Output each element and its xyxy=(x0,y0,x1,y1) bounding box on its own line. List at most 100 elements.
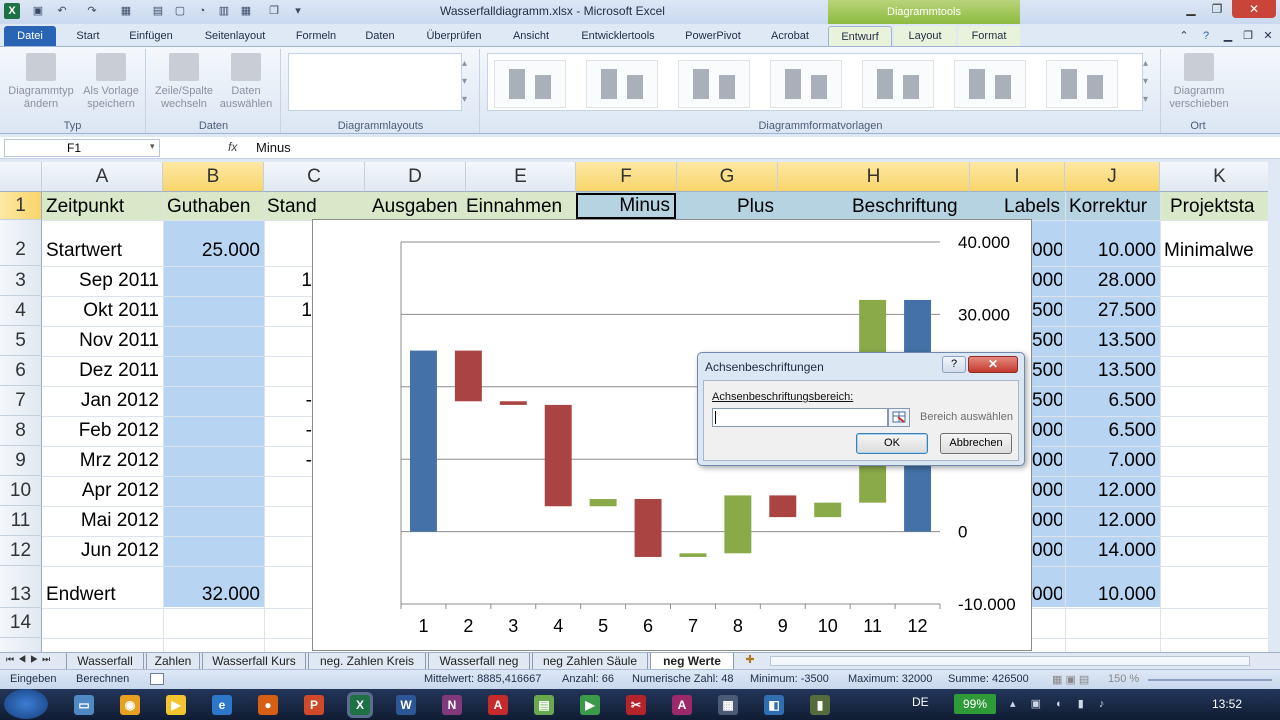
bar-2[interactable] xyxy=(454,350,482,402)
bar-5[interactable] xyxy=(589,499,617,507)
save-icon[interactable]: ▣ xyxy=(30,4,46,19)
cell-a11[interactable]: Mai 2012 xyxy=(42,510,159,532)
cell-a4[interactable]: Okt 2011 xyxy=(42,300,159,322)
new-sheet-icon[interactable]: ✚ xyxy=(738,653,762,669)
taskbar-access-icon[interactable]: A xyxy=(672,695,692,715)
sheet-tab-wasserfall[interactable]: Wasserfall xyxy=(66,653,144,669)
column-header-g[interactable]: G xyxy=(677,162,778,192)
tab-seitenlayout[interactable]: Seitenlayout xyxy=(196,26,274,46)
style-item[interactable] xyxy=(586,60,658,108)
row-header-4[interactable]: 4 xyxy=(0,296,42,326)
cell-a9[interactable]: Mrz 2012 xyxy=(42,450,159,472)
cell-a7[interactable]: Jan 2012 xyxy=(42,390,159,412)
axis-range-input[interactable] xyxy=(712,408,888,427)
undo-icon[interactable]: ↶ xyxy=(54,4,70,19)
input-language[interactable]: DE xyxy=(912,695,929,709)
wb-close-icon[interactable]: ✕ xyxy=(1258,26,1278,46)
zoom-level[interactable]: 150 % xyxy=(1108,673,1139,685)
style-item[interactable] xyxy=(678,60,750,108)
header-einnahmen[interactable]: Einnahmen xyxy=(466,196,562,218)
row-header-5[interactable]: 5 xyxy=(0,326,42,356)
cell-a2[interactable]: Startwert xyxy=(46,240,122,262)
row-header-10[interactable]: 10 xyxy=(0,476,42,506)
bar-8[interactable] xyxy=(724,495,752,554)
clock[interactable]: 13:52 xyxy=(1212,697,1242,711)
cell-i4[interactable]: 500 xyxy=(1032,300,1062,322)
layout-gallery-scroll-icon[interactable]: ▴ ▾ ▾ xyxy=(462,55,467,109)
cell-k2[interactable]: Minimalwe xyxy=(1164,240,1268,262)
cell-i11[interactable]: 000 xyxy=(1032,510,1062,532)
help-icon[interactable]: ? xyxy=(1196,26,1216,46)
bar-3[interactable] xyxy=(499,401,527,405)
style-item[interactable] xyxy=(494,60,566,108)
style-gallery[interactable] xyxy=(487,53,1143,111)
row-header-6[interactable]: 6 xyxy=(0,356,42,386)
cell-a12[interactable]: Jun 2012 xyxy=(42,540,159,562)
cell-i12[interactable]: 000 xyxy=(1032,540,1062,562)
cell-a3[interactable]: Sep 2011 xyxy=(42,270,159,292)
row-header-7[interactable]: 7 xyxy=(0,386,42,416)
style-item[interactable] xyxy=(770,60,842,108)
header-zeitpunkt[interactable]: Zeitpunkt xyxy=(46,196,124,218)
header-labels[interactable]: Labels xyxy=(1004,196,1060,218)
tab-powerpivot[interactable]: PowerPivot xyxy=(678,26,748,46)
cell-j7[interactable]: 6.500 xyxy=(1065,390,1156,412)
taskbar-folder-icon[interactable]: ▶ xyxy=(166,695,186,715)
sheet-tab-neg-werte[interactable]: neg Werte xyxy=(650,653,734,669)
cell-c3[interactable]: 1 xyxy=(264,270,312,292)
column-header-k[interactable]: K xyxy=(1160,162,1268,192)
redo-icon[interactable]: ↷ xyxy=(84,4,100,19)
select-data-button[interactable]: Daten auswählen xyxy=(213,53,279,111)
taskbar-ie-icon[interactable]: e xyxy=(212,695,232,715)
cell-i8[interactable]: 000 xyxy=(1032,420,1062,442)
column-header-c[interactable]: C xyxy=(264,162,365,192)
row-header-9[interactable]: 9 xyxy=(0,446,42,476)
cell-c8[interactable]: - xyxy=(264,420,312,442)
cell-j11[interactable]: 12.000 xyxy=(1065,510,1156,532)
header-beschriftung[interactable]: Beschriftung xyxy=(852,196,958,218)
cell-c9[interactable]: - xyxy=(264,450,312,472)
cell-j5[interactable]: 13.500 xyxy=(1065,330,1156,352)
qa-spell-icon[interactable]: ◔ xyxy=(194,4,210,19)
column-header-f[interactable]: F xyxy=(576,162,677,192)
taskbar-explorer-icon[interactable]: ▭ xyxy=(74,695,94,715)
cell-c4[interactable]: 1 xyxy=(264,300,312,322)
ribbon-collapse-icon[interactable]: ⌃ xyxy=(1174,26,1194,46)
save-as-template-button[interactable]: Als Vorlage speichern xyxy=(76,53,146,111)
cell-i6[interactable]: 500 xyxy=(1032,360,1062,382)
dialog-help-button[interactable]: ? xyxy=(942,356,966,373)
status-calc[interactable]: Berechnen xyxy=(76,673,129,685)
tab-ansicht[interactable]: Ansicht xyxy=(504,26,558,46)
cell-j4[interactable]: 27.500 xyxy=(1065,300,1156,322)
header-minus-selected-cell[interactable]: Minus xyxy=(576,193,676,219)
tab-formeln[interactable]: Formeln xyxy=(288,26,344,46)
cell-a6[interactable]: Dez 2011 xyxy=(42,360,159,382)
bar-4[interactable] xyxy=(544,404,572,507)
taskbar-firefox-icon[interactable]: ● xyxy=(258,695,278,715)
qa-preview-icon[interactable]: ▢ xyxy=(172,4,188,19)
taskbar-app7-icon[interactable]: ▮ xyxy=(810,695,830,715)
name-box-dropdown-icon[interactable]: ▾ xyxy=(150,141,155,152)
qa-grid-icon[interactable]: ▦ xyxy=(238,4,254,19)
taskbar-excel-icon[interactable]: X xyxy=(350,695,370,715)
taskbar-app5-icon[interactable]: ▦ xyxy=(718,695,738,715)
cell-i2[interactable]: 000 xyxy=(1032,240,1062,262)
bar-1[interactable] xyxy=(409,350,437,532)
qa-copy-icon[interactable]: ❐ xyxy=(266,4,282,19)
tab-acrobat[interactable]: Acrobat xyxy=(762,26,818,46)
qa-print-icon[interactable]: ▤ xyxy=(150,4,166,19)
cell-i5[interactable]: 500 xyxy=(1032,330,1062,352)
row-header-14[interactable]: 14 xyxy=(0,608,42,638)
tab-start[interactable]: Start xyxy=(66,26,110,46)
bar-10[interactable] xyxy=(814,502,842,518)
row-header-13[interactable]: 13 xyxy=(0,566,42,608)
column-header-e[interactable]: E xyxy=(466,162,576,192)
taskbar-app2-icon[interactable]: ▤ xyxy=(534,695,554,715)
cell-i7[interactable]: 500 xyxy=(1032,390,1062,412)
cell-j8[interactable]: 6.500 xyxy=(1065,420,1156,442)
cell-j13[interactable]: 10.000 xyxy=(1065,584,1156,606)
header-ausgaben[interactable]: Ausgaben xyxy=(372,196,458,218)
qa-sort-icon[interactable]: ▥ xyxy=(216,4,232,19)
layout-gallery[interactable] xyxy=(288,53,462,111)
switch-row-column-button[interactable]: Zeile/Spalte wechseln xyxy=(149,53,219,111)
